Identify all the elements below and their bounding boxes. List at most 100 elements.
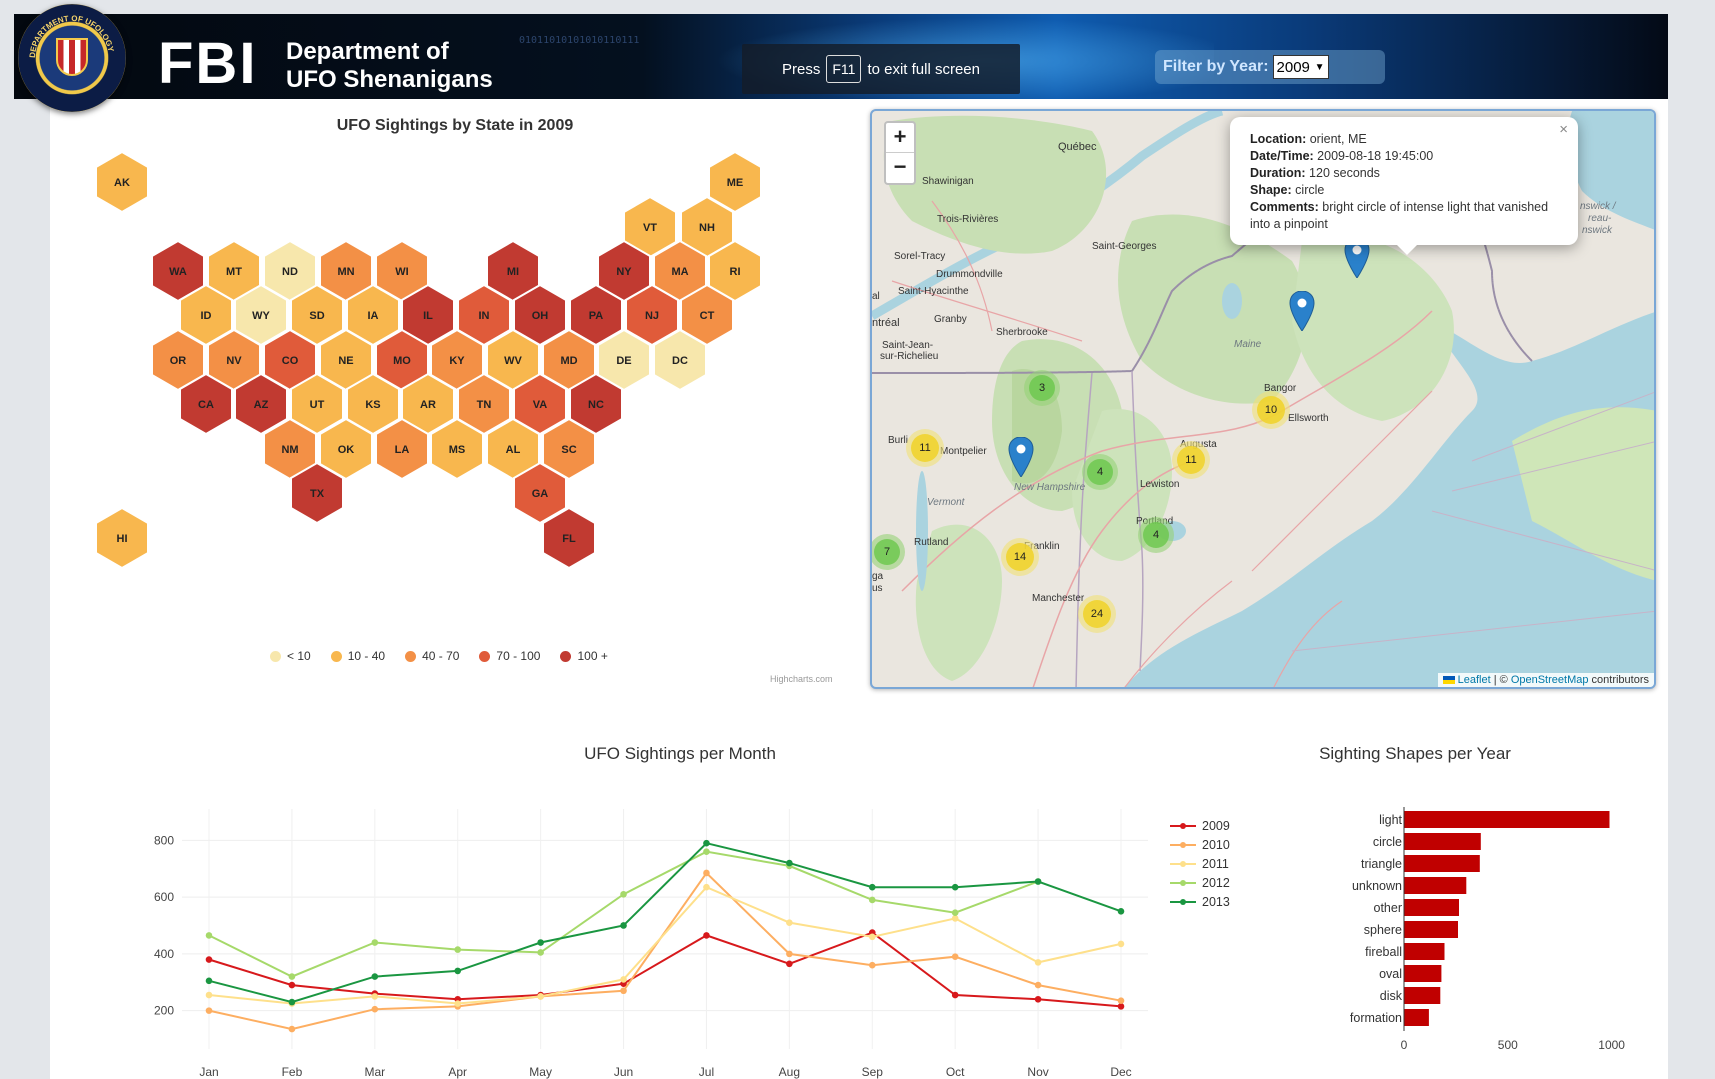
map-cluster[interactable]: 14 <box>1001 538 1039 576</box>
data-point[interactable] <box>537 939 544 946</box>
data-point[interactable] <box>868 933 876 941</box>
zoom-in-button[interactable]: + <box>886 123 914 153</box>
osm-link[interactable]: OpenStreetMap <box>1511 674 1589 686</box>
data-point[interactable] <box>620 987 627 995</box>
legend-item[interactable]: 70 - 100 <box>479 649 540 663</box>
data-point[interactable] <box>951 883 959 891</box>
data-point[interactable] <box>371 993 379 1000</box>
map-cluster[interactable]: 4 <box>1082 454 1118 490</box>
map-marker-pin-icon[interactable] <box>1289 291 1315 331</box>
data-point[interactable] <box>703 883 710 891</box>
legend-item[interactable]: < 10 <box>270 649 311 663</box>
data-point[interactable] <box>703 869 710 877</box>
data-point[interactable] <box>951 953 959 961</box>
map-cluster[interactable]: 11 <box>1172 441 1210 479</box>
state-tile-ak[interactable]: AK <box>95 150 149 214</box>
leaflet-link[interactable]: Leaflet <box>1458 674 1491 686</box>
bar-sphere[interactable] <box>1404 921 1458 938</box>
data-point[interactable] <box>868 896 876 904</box>
data-point[interactable] <box>1034 995 1042 1003</box>
bar-light[interactable] <box>1404 811 1610 828</box>
legend-item-2012[interactable]: 2012 <box>1170 873 1230 892</box>
map-cluster[interactable]: 24 <box>1078 595 1116 633</box>
data-point[interactable] <box>620 922 627 929</box>
data-point[interactable] <box>454 946 462 953</box>
data-point[interactable] <box>951 909 959 917</box>
data-point[interactable] <box>288 981 296 989</box>
bar-oval[interactable] <box>1404 965 1442 982</box>
data-point[interactable] <box>786 950 793 958</box>
map-cluster[interactable]: 3 <box>1024 370 1060 406</box>
series-2013[interactable] <box>205 839 1125 1006</box>
data-point[interactable] <box>951 991 959 999</box>
data-point[interactable] <box>951 915 959 922</box>
legend-item-2011[interactable]: 2011 <box>1170 854 1230 873</box>
data-point[interactable] <box>205 1007 213 1014</box>
map-cluster[interactable]: 11 <box>906 429 944 467</box>
data-point[interactable] <box>1117 1003 1125 1010</box>
map-cluster[interactable]: 10 <box>1252 391 1290 429</box>
data-point[interactable] <box>1034 981 1042 989</box>
data-point[interactable] <box>703 932 710 939</box>
map-cluster[interactable]: 7 <box>872 534 905 570</box>
cluster-count: 24 <box>1083 600 1111 628</box>
bar-triangle[interactable] <box>1404 855 1480 872</box>
sightings-map[interactable]: + − Québec Shawinigan Trois-Rivières Sai… <box>870 109 1656 689</box>
data-point[interactable] <box>1034 878 1042 885</box>
map-marker-pin-icon[interactable] <box>1008 437 1034 477</box>
popup-close-button[interactable]: × <box>1559 121 1568 138</box>
map-cluster[interactable]: 4 <box>1138 517 1174 553</box>
data-point[interactable] <box>371 939 379 946</box>
data-point[interactable] <box>1034 959 1042 966</box>
highcharts-credits[interactable]: Highcharts.com <box>770 674 833 684</box>
data-point[interactable] <box>786 859 793 867</box>
data-point[interactable] <box>205 991 213 999</box>
data-point[interactable] <box>868 883 876 891</box>
data-point[interactable] <box>205 977 213 985</box>
data-point[interactable] <box>371 973 379 980</box>
state-tile-hi[interactable]: HI <box>95 506 149 570</box>
data-point[interactable] <box>1117 940 1125 948</box>
map-label: Saint-Hyacinthe <box>898 286 969 297</box>
data-point[interactable] <box>786 960 793 968</box>
data-point[interactable] <box>371 1005 379 1013</box>
bar-unknown[interactable] <box>1404 877 1467 894</box>
series-2010[interactable] <box>205 869 1125 1033</box>
data-point[interactable] <box>205 932 213 939</box>
data-point[interactable] <box>1117 997 1125 1004</box>
data-point[interactable] <box>288 1025 296 1033</box>
map-label: Sorel-Tracy <box>894 251 946 262</box>
year-select[interactable]: 2009 ▼ <box>1272 55 1329 79</box>
data-point[interactable] <box>205 956 213 963</box>
data-point[interactable] <box>454 1000 462 1007</box>
legend-item[interactable]: 40 - 70 <box>405 649 459 663</box>
cluster-count: 11 <box>1177 446 1205 474</box>
data-point[interactable] <box>786 919 793 926</box>
bar-disk[interactable] <box>1404 987 1441 1004</box>
data-point[interactable] <box>868 961 876 969</box>
data-point[interactable] <box>1117 907 1125 915</box>
data-point[interactable] <box>454 967 462 975</box>
legend-item[interactable]: 10 - 40 <box>330 649 385 663</box>
legend-item-2009[interactable]: 2009 <box>1170 816 1230 835</box>
series-2011[interactable] <box>205 883 1125 1007</box>
bar-fireball[interactable] <box>1404 943 1445 960</box>
data-point[interactable] <box>288 998 296 1006</box>
popup-comments-label: Comments: <box>1250 200 1319 214</box>
bar-circle[interactable] <box>1404 833 1481 850</box>
data-point[interactable] <box>288 973 296 980</box>
series-2009[interactable] <box>205 929 1125 1010</box>
zoom-out-button[interactable]: − <box>886 153 914 183</box>
legend-item[interactable]: 100 + <box>560 649 608 663</box>
legend-item-2010[interactable]: 2010 <box>1170 835 1230 854</box>
data-point[interactable] <box>620 976 627 983</box>
data-point[interactable] <box>703 839 710 847</box>
data-point[interactable] <box>620 890 627 898</box>
data-point[interactable] <box>537 949 544 956</box>
bar-other[interactable] <box>1404 899 1459 916</box>
bar-formation[interactable] <box>1404 1009 1429 1026</box>
data-point[interactable] <box>537 993 544 1000</box>
legend-item-2013[interactable]: 2013 <box>1170 892 1230 911</box>
data-point[interactable] <box>703 848 710 856</box>
hexmap-legend: < 10 10 - 40 40 - 70 70 - 100 100 + <box>270 649 608 663</box>
